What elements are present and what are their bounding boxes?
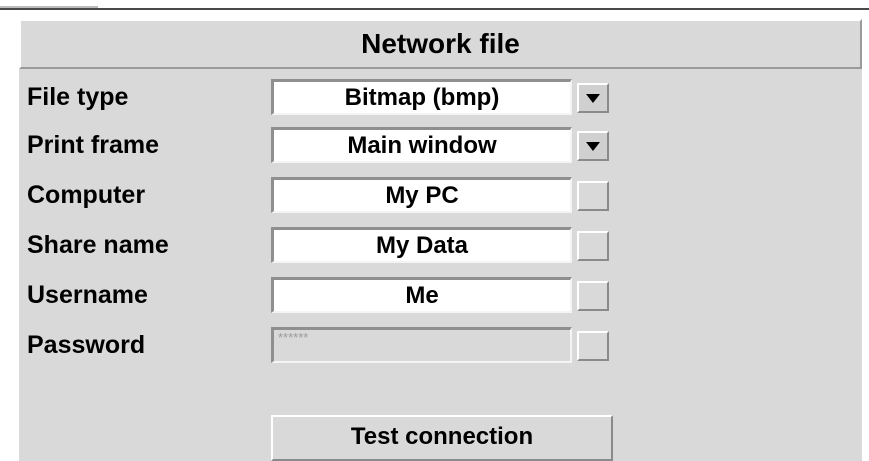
test-connection-button[interactable]: Test connection [271, 415, 613, 461]
print-frame-label: Print frame [27, 131, 159, 159]
password-label: Password [27, 331, 146, 359]
share-name-edit-button[interactable] [577, 231, 609, 261]
share-name-label: Share name [27, 231, 169, 259]
chevron-down-icon [586, 142, 600, 151]
computer-edit-button[interactable] [577, 181, 609, 211]
print-frame-select[interactable]: Main window [271, 127, 572, 163]
top-divider [0, 8, 869, 10]
file-type-dropdown-button[interactable] [577, 83, 609, 113]
row-print-frame: Print frame Main window [19, 125, 862, 165]
username-label: Username [27, 281, 148, 309]
panel-title: Network file [19, 19, 862, 69]
computer-label: Computer [27, 181, 146, 209]
file-type-select[interactable]: Bitmap (bmp) [271, 79, 572, 115]
share-name-field[interactable]: My Data [271, 227, 572, 263]
username-edit-button[interactable] [577, 281, 609, 311]
print-frame-dropdown-button[interactable] [577, 131, 609, 161]
row-username: Username Me [19, 275, 862, 315]
password-field[interactable]: ****** [271, 327, 572, 363]
chevron-down-icon [586, 94, 600, 103]
row-file-type: File type Bitmap (bmp) [19, 77, 862, 117]
username-field[interactable]: Me [271, 277, 572, 313]
file-type-label: File type [27, 83, 129, 111]
row-password: Password ****** [19, 325, 862, 365]
network-file-panel: Network file File type Bitmap (bmp) Prin… [19, 19, 862, 461]
password-edit-button[interactable] [577, 331, 609, 361]
row-share-name: Share name My Data [19, 225, 862, 265]
row-computer: Computer My PC [19, 175, 862, 215]
computer-field[interactable]: My PC [271, 177, 572, 213]
